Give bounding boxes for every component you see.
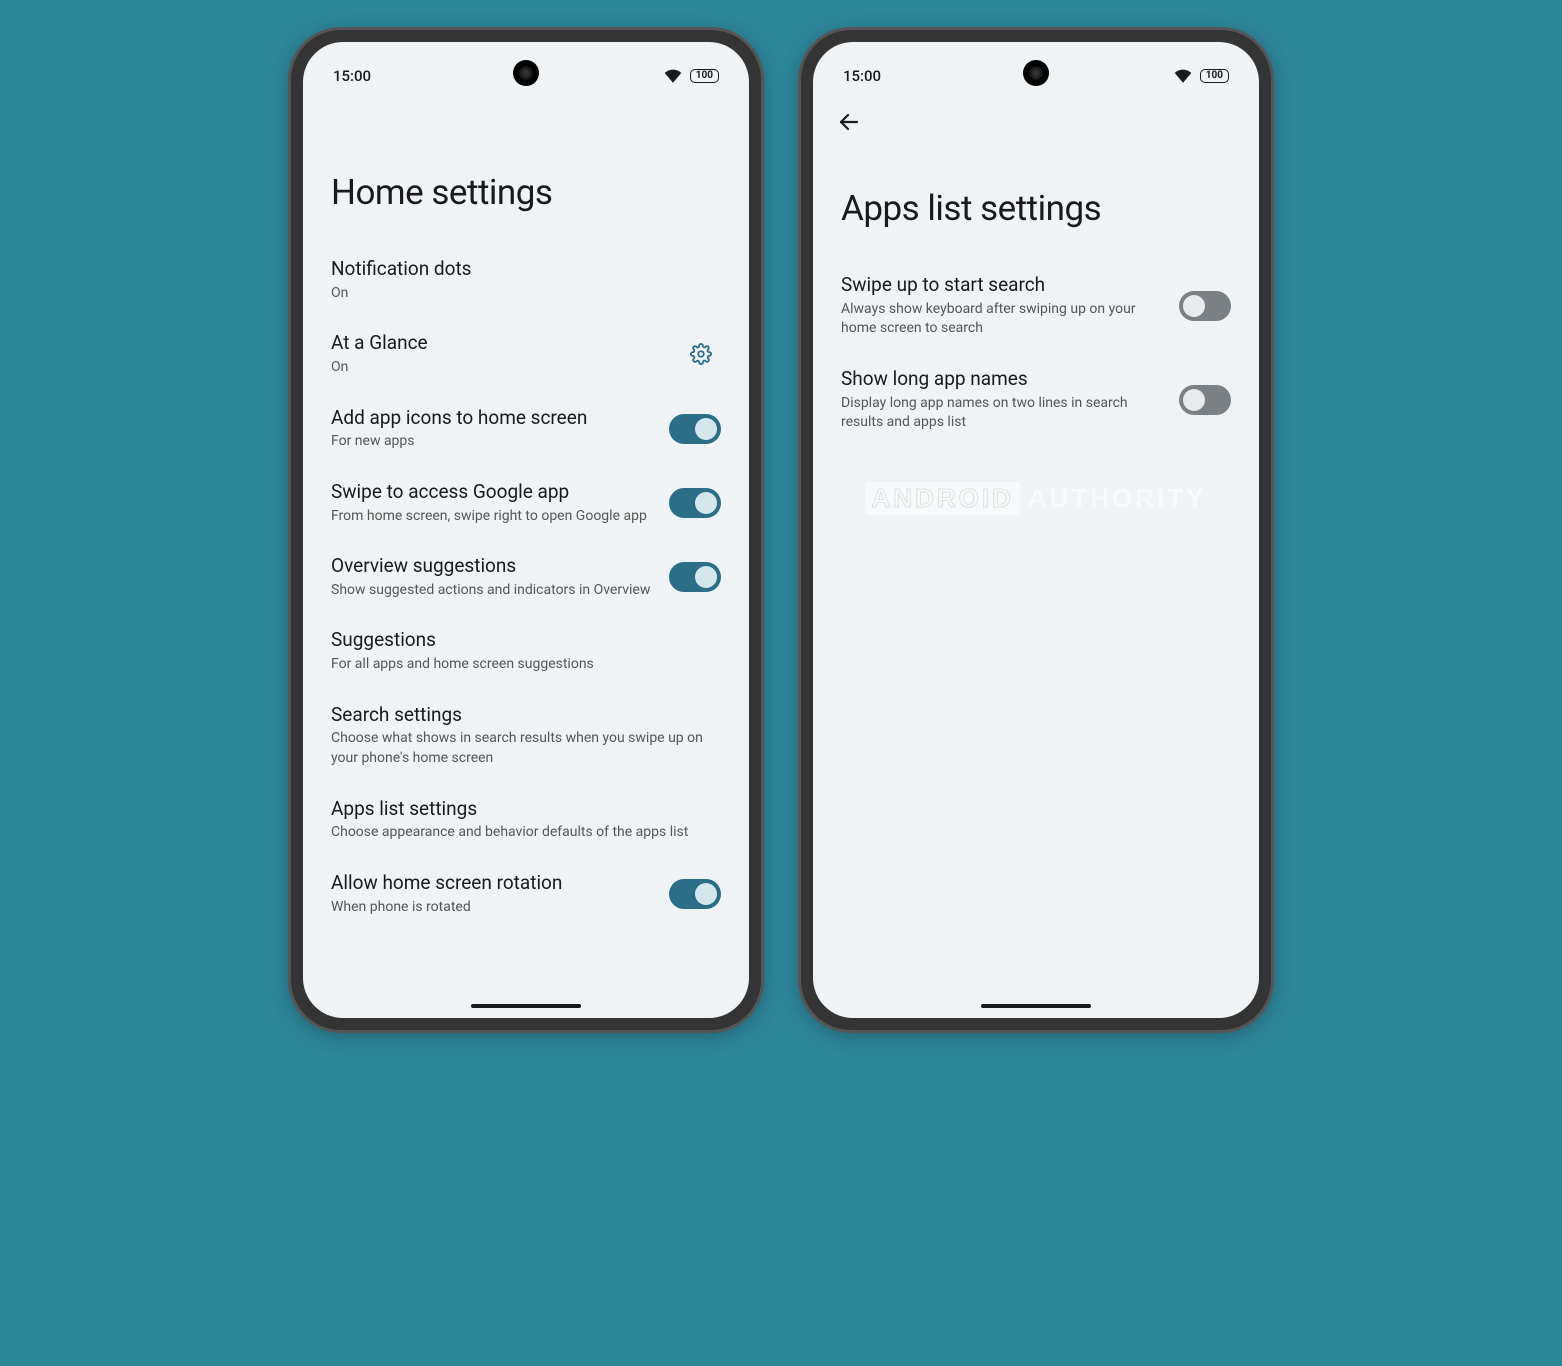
watermark-part2: AUTHORITY — [1028, 483, 1207, 514]
setting-subtitle: On — [331, 358, 669, 378]
setting-subtitle: When phone is rotated — [331, 898, 657, 918]
battery-icon: 100 — [1200, 69, 1229, 83]
setting-add-app-icons[interactable]: Add app icons to home screen For new app… — [331, 392, 721, 466]
phone-right: 15:00 100 Apps list settings Swipe up to… — [801, 30, 1271, 1030]
setting-title: At a Glance — [331, 331, 669, 356]
setting-title: Allow home screen rotation — [331, 871, 657, 896]
phone-left: 15:00 100 Home settings Notification dot… — [291, 30, 761, 1030]
setting-subtitle: For new apps — [331, 432, 657, 452]
status-time: 15:00 — [843, 67, 881, 85]
setting-title: Swipe up to start search — [841, 273, 1167, 298]
gear-button[interactable] — [681, 334, 721, 374]
setting-subtitle: Choose what shows in search results when… — [331, 729, 721, 768]
setting-notification-dots[interactable]: Notification dots On — [331, 243, 721, 317]
toggle-overview[interactable] — [669, 562, 721, 592]
setting-subtitle: Choose appearance and behavior defaults … — [331, 823, 721, 843]
toggle-long-names[interactable] — [1179, 385, 1231, 415]
setting-swipe-search[interactable]: Swipe up to start search Always show key… — [841, 259, 1231, 353]
setting-title: Add app icons to home screen — [331, 406, 657, 431]
toggle-add-app-icons[interactable] — [669, 414, 721, 444]
setting-subtitle: Show suggested actions and indicators in… — [331, 581, 657, 601]
setting-title: Swipe to access Google app — [331, 480, 657, 505]
setting-title: Apps list settings — [331, 797, 721, 822]
setting-at-a-glance[interactable]: At a Glance On — [331, 317, 721, 391]
wifi-icon — [1174, 69, 1192, 83]
nav-handle-icon[interactable] — [471, 1004, 581, 1008]
setting-title: Search settings — [331, 703, 721, 728]
screen-apps-list-settings: 15:00 100 Apps list settings Swipe up to… — [813, 42, 1259, 1018]
back-arrow-icon[interactable] — [837, 110, 861, 134]
gear-icon — [690, 343, 712, 365]
setting-rotation[interactable]: Allow home screen rotation When phone is… — [331, 857, 721, 931]
setting-suggestions[interactable]: Suggestions For all apps and home screen… — [331, 614, 721, 688]
setting-subtitle: On — [331, 284, 721, 304]
setting-swipe-google[interactable]: Swipe to access Google app From home scr… — [331, 466, 721, 540]
nav-back — [813, 92, 1259, 138]
setting-subtitle: For all apps and home screen suggestions — [331, 655, 721, 675]
setting-subtitle: Always show keyboard after swiping up on… — [841, 300, 1167, 339]
setting-overview-suggestions[interactable]: Overview suggestions Show suggested acti… — [331, 540, 721, 614]
camera-cutout-icon — [1023, 60, 1049, 86]
setting-search[interactable]: Search settings Choose what shows in sea… — [331, 689, 721, 783]
setting-subtitle: From home screen, swipe right to open Go… — [331, 507, 657, 527]
status-right: 100 — [1174, 69, 1229, 83]
page-title: Home settings — [303, 92, 749, 243]
nav-handle-icon[interactable] — [981, 1004, 1091, 1008]
setting-title: Overview suggestions — [331, 554, 657, 579]
battery-icon: 100 — [690, 69, 719, 83]
camera-cutout-icon — [513, 60, 539, 86]
setting-title: Notification dots — [331, 257, 721, 282]
setting-apps-list[interactable]: Apps list settings Choose appearance and… — [331, 783, 721, 857]
wifi-icon — [664, 69, 682, 83]
watermark: ANDROID AUTHORITY — [865, 482, 1206, 515]
setting-long-names[interactable]: Show long app names Display long app nam… — [841, 353, 1231, 447]
setting-title: Suggestions — [331, 628, 721, 653]
setting-title: Show long app names — [841, 367, 1167, 392]
watermark-part1: ANDROID — [865, 482, 1019, 515]
settings-list: Swipe up to start search Always show key… — [813, 259, 1259, 447]
settings-list: Notification dots On At a Glance On Add … — [303, 243, 749, 931]
screen-home-settings: 15:00 100 Home settings Notification dot… — [303, 42, 749, 1018]
status-time: 15:00 — [333, 67, 371, 85]
status-right: 100 — [664, 69, 719, 83]
toggle-rotation[interactable] — [669, 879, 721, 909]
toggle-swipe-google[interactable] — [669, 488, 721, 518]
setting-subtitle: Display long app names on two lines in s… — [841, 394, 1167, 433]
page-title: Apps list settings — [813, 138, 1259, 259]
toggle-swipe-search[interactable] — [1179, 291, 1231, 321]
